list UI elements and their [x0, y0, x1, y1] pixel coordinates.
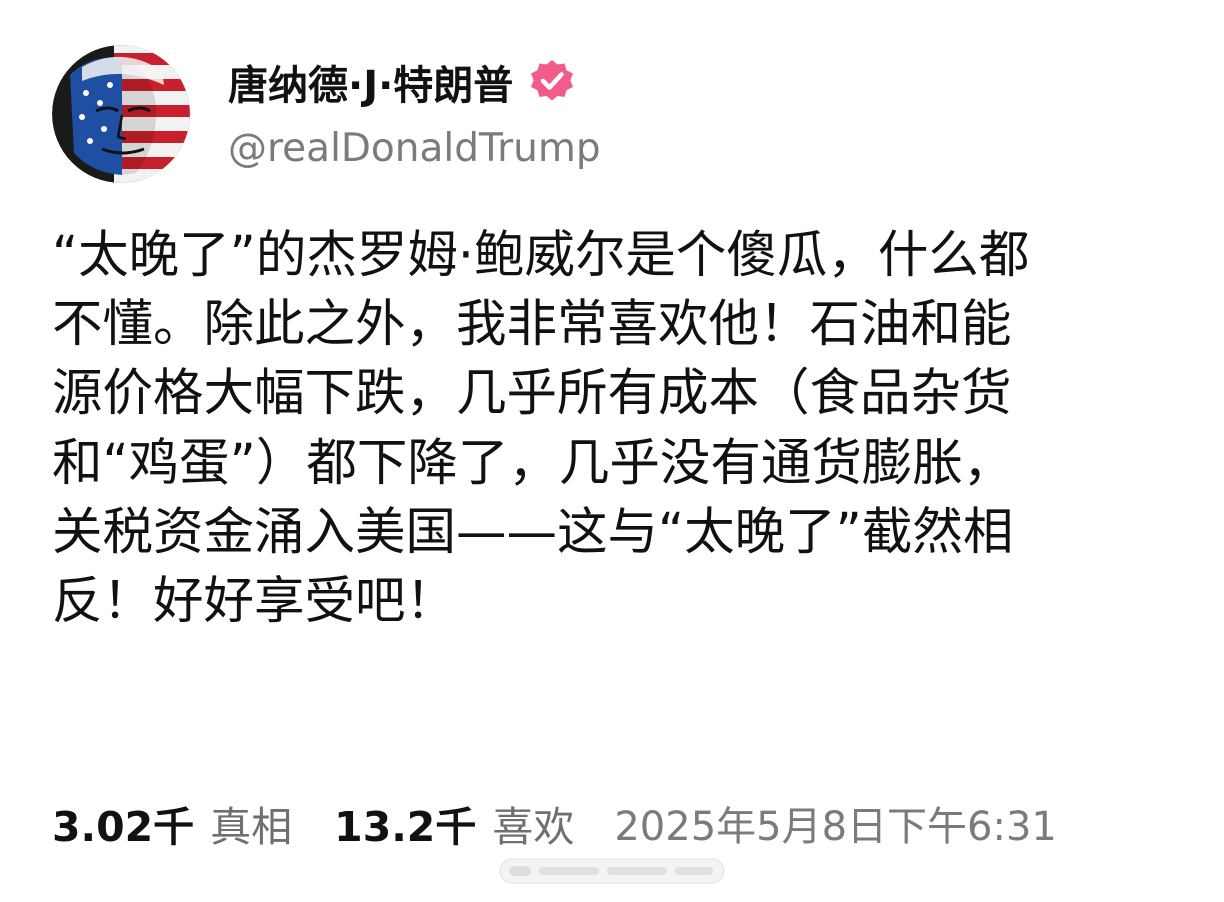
post-line: 源价格大幅下跌，几乎所有成本（食品杂货	[52, 363, 1012, 423]
post-line: 反！好好享受吧！	[52, 570, 456, 630]
author-handle[interactable]: @realDonaldTrump	[228, 126, 601, 171]
truths-label: 真相	[210, 803, 293, 851]
likes-stat[interactable]: 13.2千 喜欢	[334, 793, 574, 853]
likes-label: 喜欢	[492, 803, 575, 851]
post-line: 和“鸡蛋”）都下降了，几乎没有通货膨胀，	[52, 432, 1014, 492]
verified-badge-icon	[531, 60, 574, 101]
post-timestamp[interactable]: 2025年5月8日下午6:31	[614, 794, 1057, 852]
likes-count: 13.2千	[334, 803, 477, 851]
post-body: “太晚了”的杰罗姆·鲍威尔是个傻瓜，什么都 不懂。除此之外，我非常喜欢他！石油和…	[52, 220, 1182, 635]
post-line: 不懂。除此之外，我非常喜欢他！石油和能	[52, 294, 1012, 354]
author-name[interactable]: 唐纳德·J·特朗普	[228, 52, 577, 112]
author-name-text: 唐纳德·J·特朗普	[228, 63, 514, 109]
post-line: 关税资金涌入美国——这与“太晚了”截然相	[52, 501, 1014, 561]
truths-count: 3.02千	[52, 803, 195, 851]
post-footer: 3.02千 真相 13.2千 喜欢 2025年5月8日下午6:31	[52, 793, 1057, 853]
avatar[interactable]	[52, 45, 190, 183]
post-line: “太晚了”的杰罗姆·鲍威尔是个傻瓜，什么都	[52, 225, 1030, 284]
watermark-logo	[499, 858, 725, 884]
avatar-image	[52, 45, 190, 183]
truths-stat[interactable]: 3.02千 真相	[52, 793, 292, 853]
